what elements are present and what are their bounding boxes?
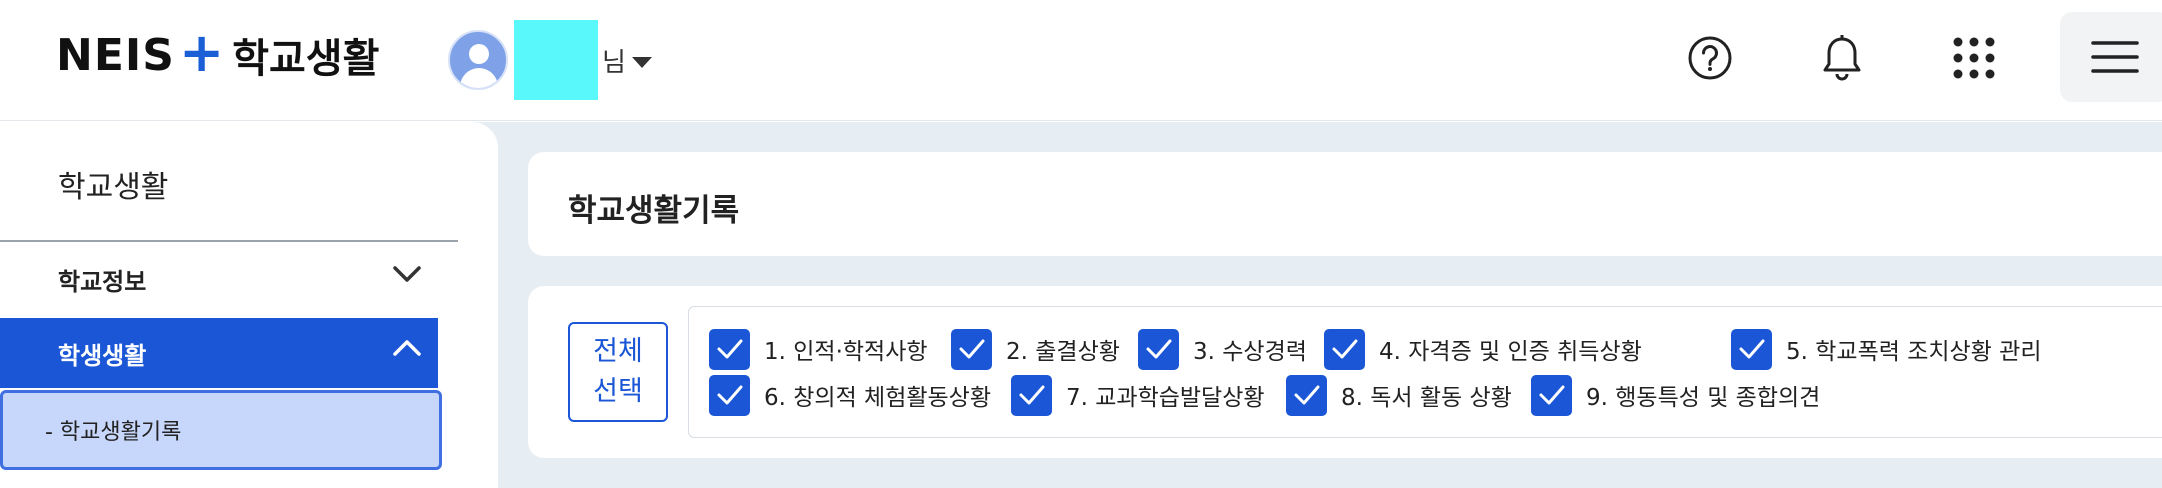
checkbox-label: 4. 자격증 및 인증 취득상황	[1379, 339, 1642, 365]
checkbox-checked[interactable]	[1531, 374, 1572, 416]
caret-down-icon[interactable]	[631, 56, 652, 68]
menu-icon	[2091, 41, 2139, 73]
checkbox-item[interactable]: 1. 인적·학적사항	[709, 327, 928, 371]
top-header: NEIS + 학교생활 님	[0, 0, 2162, 121]
checkbox-checked[interactable]	[1011, 374, 1052, 416]
checkbox-checked[interactable]	[1138, 328, 1179, 370]
redacted-user-name	[514, 20, 598, 100]
user-menu[interactable]: 님	[448, 20, 652, 100]
checkbox-label: 7. 교과학습발달상황	[1066, 385, 1265, 411]
checkbox-checked[interactable]	[1324, 328, 1365, 370]
record-filter-card: 전체 선택 1. 인적·학적사항 2. 출결상황 3. 수상경력 4. 자격증 …	[528, 286, 2162, 458]
select-all-label-line2: 선택	[593, 376, 643, 407]
logo-plus-sign: +	[178, 21, 225, 84]
logo-neis-text: NEIS	[56, 29, 175, 81]
sidebar-item-label: 학생생활	[58, 341, 147, 370]
checkbox-item[interactable]: 2. 출결상황	[951, 327, 1120, 371]
checkbox-checked[interactable]	[709, 328, 750, 370]
checkbox-label: 2. 출결상황	[1006, 339, 1120, 365]
help-icon[interactable]	[1680, 28, 1740, 88]
checkbox-label: 3. 수상경력	[1193, 339, 1307, 365]
page-title-card: 학교생활기록	[528, 152, 2162, 256]
checkbox-checked[interactable]	[709, 374, 750, 416]
checkbox-item[interactable]: 3. 수상경력	[1138, 327, 1307, 371]
chevron-down-icon	[393, 266, 421, 282]
sidebar-title: 학교생활	[58, 170, 169, 205]
checkbox-label: 5. 학교폭력 조치상황 관리	[1786, 339, 2042, 365]
bell-icon[interactable]	[1812, 28, 1872, 88]
sidebar-item-student-life[interactable]: 학생생활	[0, 318, 438, 388]
sidebar-divider	[0, 240, 458, 242]
user-honorific: 님	[602, 47, 626, 78]
menu-button[interactable]	[2060, 12, 2162, 102]
checkbox-item[interactable]: 8. 독서 활동 상황	[1286, 373, 1512, 417]
checkbox-label: 9. 행동특성 및 종합의견	[1586, 385, 1821, 411]
neis-logo[interactable]: NEIS + 학교생활	[56, 26, 379, 83]
checkbox-item[interactable]: 7. 교과학습발달상황	[1011, 373, 1265, 417]
select-all-button[interactable]: 전체 선택	[568, 322, 668, 422]
checkbox-checked[interactable]	[1731, 328, 1772, 370]
avatar	[448, 30, 508, 90]
sidebar: 학교생활 학교정보 학생생활 - 학교생활기록	[0, 122, 498, 488]
checkbox-label: 1. 인적·학적사항	[764, 339, 928, 365]
checkbox-checked[interactable]	[1286, 374, 1327, 416]
sidebar-item-label: 학교정보	[58, 267, 147, 296]
chevron-up-icon	[393, 340, 421, 356]
checkbox-label: 8. 독서 활동 상황	[1341, 385, 1512, 411]
checkbox-item[interactable]: 6. 창의적 체험활동상황	[709, 373, 991, 417]
sidebar-subitem-label: - 학교생활기록	[45, 420, 182, 445]
checkbox-checked[interactable]	[951, 328, 992, 370]
checkbox-item[interactable]: 9. 행동특성 및 종합의견	[1531, 373, 1820, 417]
logo-app-name: 학교생활	[232, 36, 380, 82]
page-title: 학교생활기록	[568, 193, 740, 229]
checkbox-item[interactable]: 5. 학교폭력 조치상황 관리	[1731, 327, 2041, 371]
select-all-label-line1: 전체	[593, 336, 643, 367]
record-checkbox-group: 1. 인적·학적사항 2. 출결상황 3. 수상경력 4. 자격증 및 인증 취…	[688, 306, 2162, 438]
checkbox-label: 6. 창의적 체험활동상황	[764, 385, 992, 411]
sidebar-item-school-info[interactable]: 학교정보	[0, 244, 438, 314]
apps-grid-icon[interactable]	[1944, 28, 2004, 88]
checkbox-item[interactable]: 4. 자격증 및 인증 취득상황	[1324, 327, 1642, 371]
sidebar-subitem-school-record[interactable]: - 학교생활기록	[0, 390, 442, 470]
